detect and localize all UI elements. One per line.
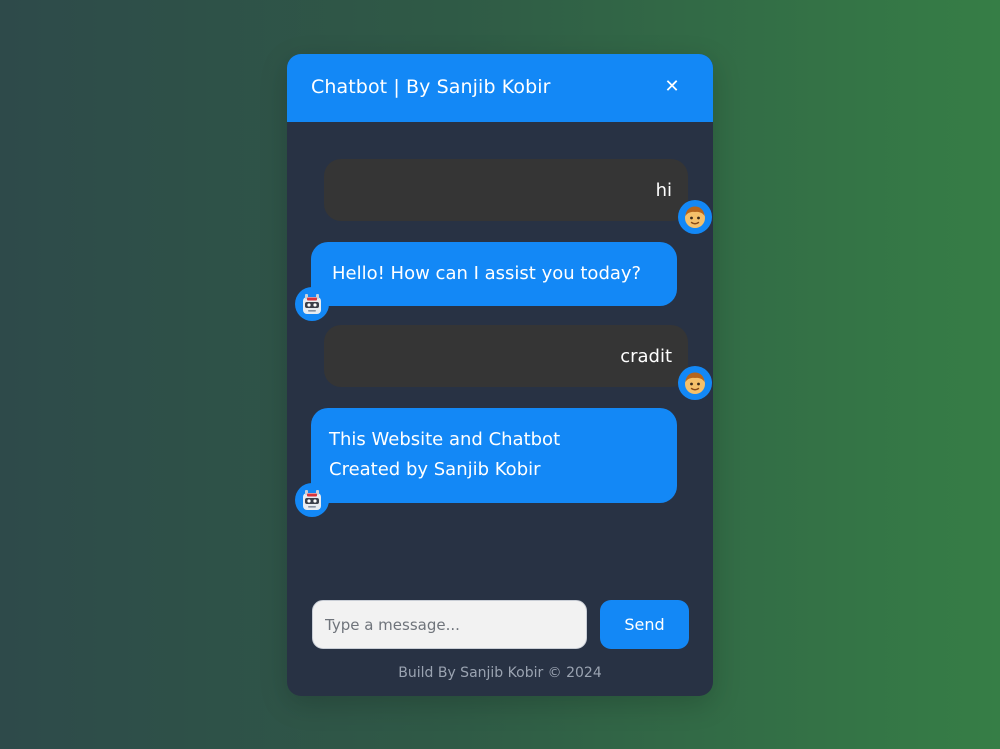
bot-message: Hello! How can I assist you today?: [311, 242, 677, 306]
bot-avatar: [295, 287, 329, 321]
message-line: This Website and Chatbot: [329, 429, 561, 450]
message-text: Hello! How can I assist you today?: [332, 263, 642, 284]
robot-icon: [298, 290, 326, 318]
footer-credit: Build By Sanjib Kobir © 2024: [398, 665, 602, 681]
bot-avatar: [295, 483, 329, 517]
user-face-icon: [681, 369, 709, 397]
user-avatar: [678, 200, 712, 234]
user-message: hi: [324, 159, 688, 221]
message-text: cradit: [620, 346, 672, 367]
message-input[interactable]: [312, 600, 587, 649]
user-avatar: [678, 366, 712, 400]
close-button[interactable]: ✕: [661, 76, 683, 98]
bot-message: This Website and Chatbot Created by Sanj…: [311, 408, 677, 503]
robot-icon: [298, 486, 326, 514]
message-text: hi: [655, 180, 672, 201]
chat-title: Chatbot | By Sanjib Kobir: [311, 76, 551, 98]
message-line: Created by Sanjib Kobir: [329, 459, 541, 480]
user-face-icon: [681, 203, 709, 231]
user-message: cradit: [324, 325, 688, 387]
chat-window: Chatbot | By Sanjib Kobir ✕ hi Hello! Ho…: [287, 54, 713, 696]
chat-header: Chatbot | By Sanjib Kobir ✕: [287, 54, 713, 122]
send-button[interactable]: Send: [600, 600, 689, 649]
